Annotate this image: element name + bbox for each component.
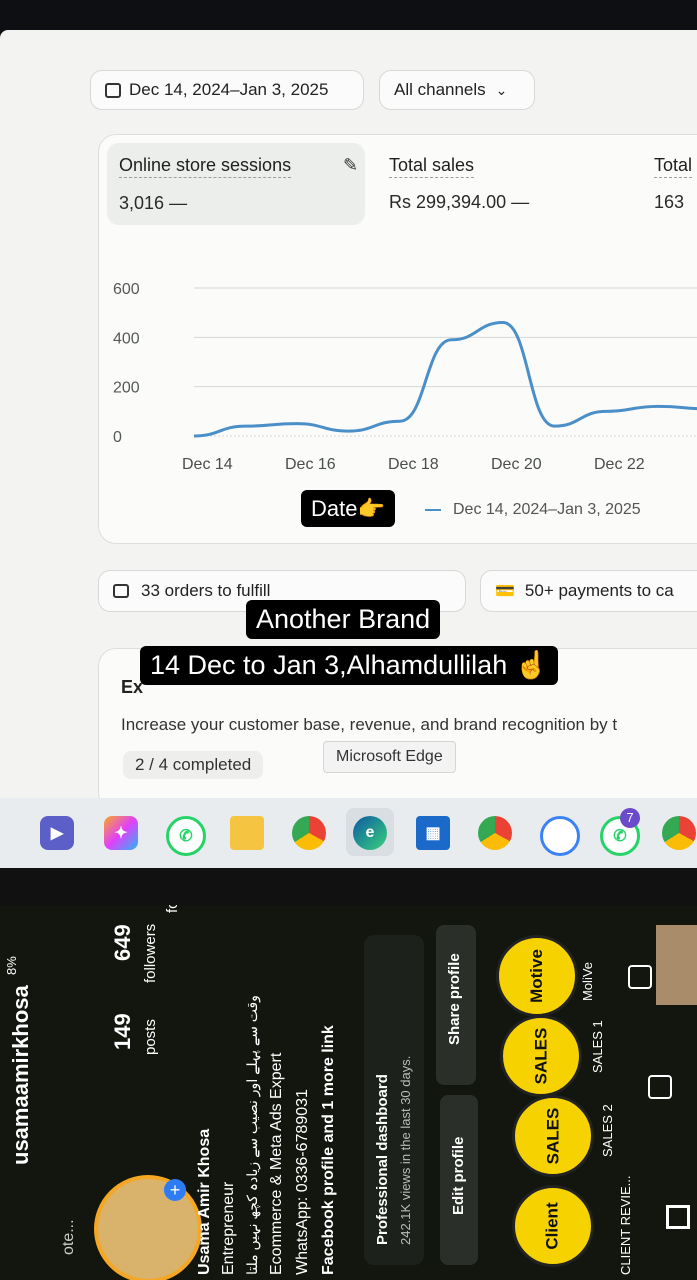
metric-label: Total sales [389, 155, 475, 178]
bio-line: WhatsApp: 0336-6789031 [294, 1089, 311, 1275]
metric-label: Total [654, 155, 693, 178]
pointing-hand-icon: 👉 [357, 496, 385, 521]
x-tick-label: Dec 16 [285, 456, 336, 473]
date-range-button[interactable]: Dec 14, 2024–Jan 3, 2025 [90, 70, 364, 110]
bio-line: Entrepreneur [220, 1181, 237, 1275]
stat-posts-label[interactable]: posts [142, 1019, 159, 1055]
metric-value: 3,016 [119, 193, 165, 213]
pencil-icon[interactable]: ✎ [343, 155, 358, 176]
channel-select[interactable]: All channels ⌄ [379, 70, 535, 110]
orders-label: 33 orders to fulfill [141, 581, 271, 600]
note-stub: ote... [60, 1219, 77, 1255]
post-thumbnail[interactable] [656, 925, 697, 1005]
highlight-sales-2[interactable]: SALES [512, 1095, 594, 1177]
x-tick-label: Dec 18 [388, 456, 439, 473]
bio-link[interactable]: Facebook profile and 1 more link [320, 1025, 338, 1275]
x-tick-label: Dec 22 [594, 456, 645, 473]
highlight-motive[interactable]: Motive [496, 935, 578, 1017]
chart-legend: Dec 14, 2024–Jan 3, 2025 [425, 501, 641, 519]
caption-line1: Another Brand [246, 600, 441, 640]
tagged-icon[interactable] [628, 965, 652, 989]
grid-icon[interactable] [666, 1205, 690, 1229]
chevron-down-icon: ⌄ [495, 81, 508, 98]
folder-icon[interactable] [230, 816, 264, 850]
highlight-cover: SALES [531, 1027, 550, 1085]
bio-line: وقت سے پہلے اور نصیب سے زیادہ کچھ نہیں م… [244, 995, 260, 1275]
metric-sessions[interactable]: Online store sessions ✎ 3,016 — [107, 143, 365, 225]
chrome-icon[interactable] [540, 816, 580, 856]
metric-total-sales[interactable]: Total sales Rs 299,394.00 — [389, 155, 529, 213]
bio-name: Usama Amir Khosa [196, 1128, 213, 1275]
stat-posts-value: 149 [110, 1013, 135, 1050]
setup-description: Increase your customer base, revenue, an… [121, 715, 618, 734]
y-tick-label: 200 [113, 380, 140, 397]
store-icon[interactable]: ▦ [416, 816, 450, 850]
caption-line2: 14 Dec to Jan 3,Alhamdullilah ☝️ [140, 646, 559, 686]
share-profile-label: Share profile [446, 953, 463, 1045]
status-battery: 8% [4, 956, 19, 975]
payments-label: 50+ payments to ca [524, 581, 674, 600]
legend-caption-text: Date [311, 496, 358, 521]
metric-delta: — [511, 192, 530, 212]
edit-profile-label: Edit profile [450, 1136, 467, 1215]
metric-label: Online store sessions [119, 155, 292, 178]
notification-badge: 7 [620, 808, 640, 828]
highlight-sales-1[interactable]: SALES [500, 1015, 582, 1097]
metric-value: Rs 299,394.00 [389, 192, 507, 212]
inbox-icon [113, 584, 129, 598]
stat-followers-label[interactable]: followers [142, 924, 159, 983]
dashboard-title: Professional dashboard [374, 1074, 391, 1245]
highlight-label: SALES 1 [590, 1020, 605, 1073]
y-tick-label: 600 [113, 281, 140, 298]
stat-followers-value: 649 [110, 924, 135, 961]
legend-caption: Date👉 [301, 490, 395, 528]
highlight-cover: Motive [527, 949, 546, 1003]
monitor-screen: Dec 14, 2024–Jan 3, 2025 All channels ⌄ … [0, 30, 697, 870]
highlight-cover: SALES [543, 1107, 562, 1165]
legend-swatch [425, 509, 441, 511]
dashboard-subtitle: 242.1K views in the last 30 days. [398, 1055, 413, 1245]
x-tick-label: Dec 20 [491, 456, 542, 473]
add-story-icon[interactable]: + [164, 1179, 186, 1201]
channel-select-label: All channels [394, 80, 486, 99]
highlight-label: SALES 2 [600, 1104, 615, 1157]
metric-total[interactable]: Total 163 [654, 155, 693, 213]
highlight-cover: Client [542, 1202, 562, 1250]
edge-icon[interactable]: e [353, 816, 387, 850]
calendar-icon [105, 82, 121, 98]
x-tick-label: Dec 14 [182, 456, 233, 473]
username: usamaamirkhosa [8, 985, 33, 1165]
chrome-icon[interactable] [292, 816, 326, 850]
metric-value: 163 [654, 192, 685, 212]
date-range-label: Dec 14, 2024–Jan 3, 2025 [129, 80, 329, 99]
bezel [0, 868, 697, 908]
highlight-client[interactable]: Client [512, 1185, 594, 1267]
metric-delta: — [169, 193, 188, 213]
whatsapp-icon[interactable]: ✆ [166, 816, 206, 856]
stat-following-label[interactable]: following [164, 905, 181, 913]
analytics-card: Online store sessions ✎ 3,016 — Total sa… [98, 134, 697, 544]
payments-to-capture[interactable]: 💳 50+ payments to ca [480, 570, 697, 612]
progress-badge: 2 / 4 completed [123, 751, 264, 779]
legend-label: Dec 14, 2024–Jan 3, 2025 [453, 501, 641, 518]
payment-icon: 💳 [495, 583, 515, 600]
professional-dashboard[interactable] [364, 935, 424, 1265]
highlight-label: MoliVe [580, 961, 595, 1001]
video-icon[interactable]: ▶ [40, 816, 74, 850]
copilot-icon[interactable]: ✦ [104, 816, 138, 850]
chrome-icon[interactable] [662, 816, 696, 850]
chrome-icon[interactable] [478, 816, 512, 850]
reels-icon[interactable] [648, 1075, 672, 1099]
sessions-chart: 600 400 200 0 Dec 14 Dec 16 Dec 18 Dec 20 Dec 22… [113, 281, 697, 473]
highlight-label: CLIENT REVIE... [618, 1175, 633, 1275]
y-tick-label: 400 [113, 330, 140, 347]
series-line [193, 321, 697, 438]
tooltip-microsoft-edge: Microsoft Edge [323, 741, 456, 773]
y-tick-label: 0 [113, 429, 122, 446]
phone-screen: 8% usamaamirkhosa ote... + 149 posts 649… [0, 905, 697, 1280]
bio-line: Ecommerce & Meta Ads Expert [268, 1052, 285, 1275]
